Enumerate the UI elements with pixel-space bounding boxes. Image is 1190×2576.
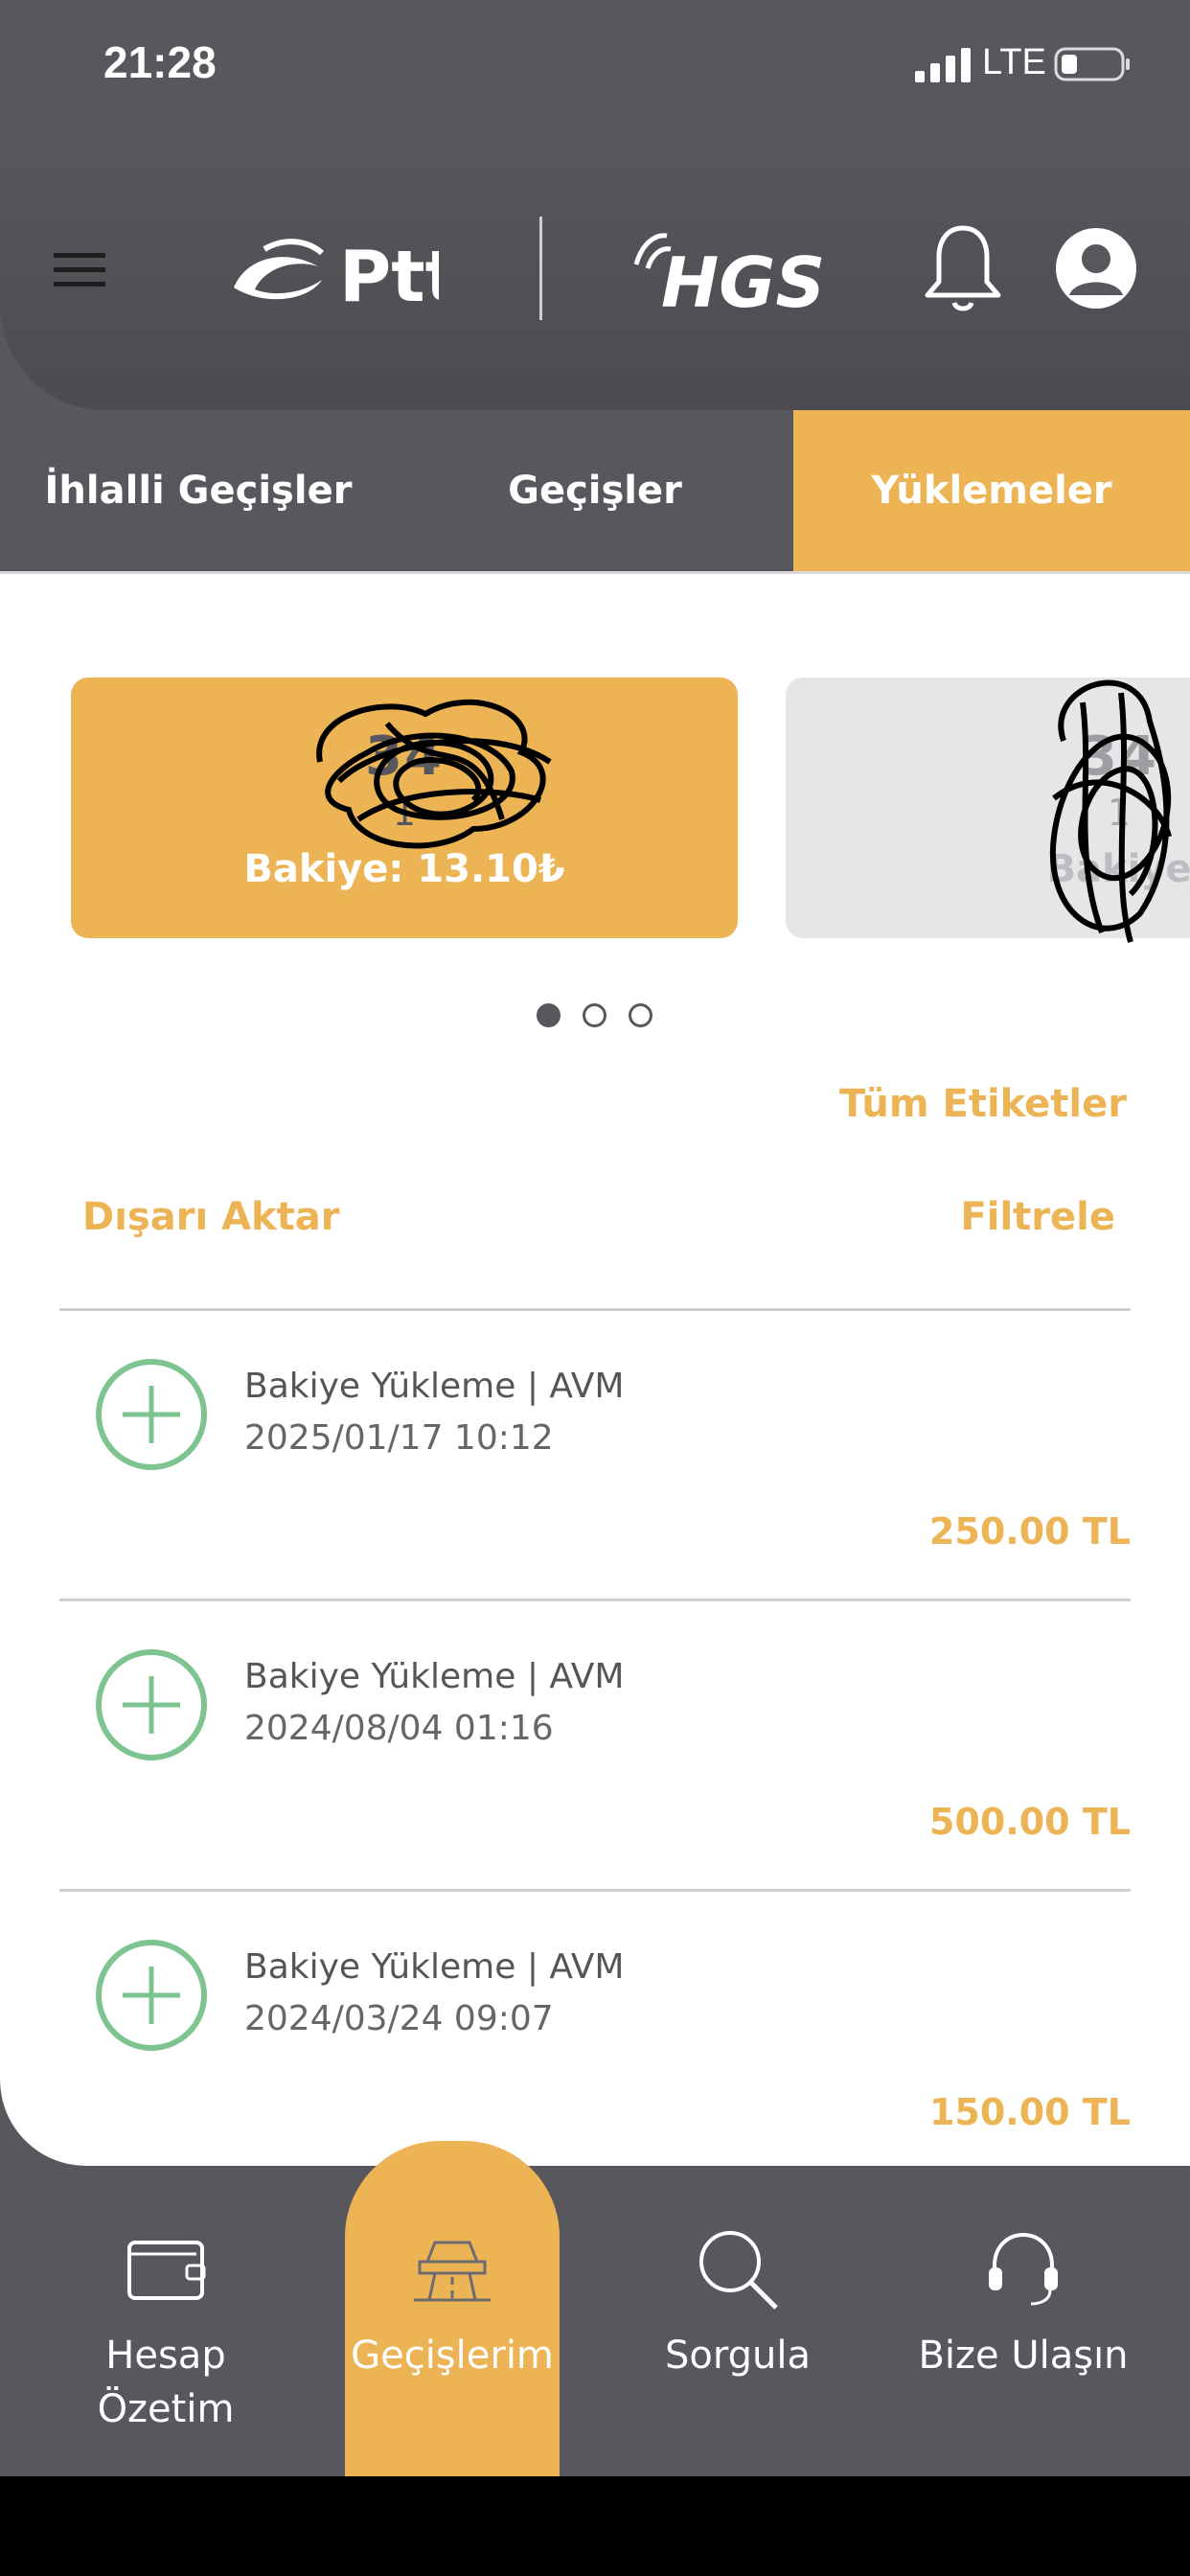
svg-text:HGS: HGS	[661, 242, 825, 312]
transaction-amount: 250.00 TL	[928, 1510, 1131, 1552]
transaction-amount: 500.00 TL	[928, 1801, 1131, 1843]
app-header: Ptt HGS	[0, 134, 1190, 410]
network-label: LTE	[982, 42, 1046, 82]
all-tags-link[interactable]: Tüm Etiketler	[839, 1082, 1127, 1126]
menu-icon[interactable]	[52, 249, 109, 291]
list-item[interactable]: Bakiye Yükleme | AVM 2024/08/04 01:16 50…	[59, 1598, 1131, 1889]
transaction-title: Bakiye Yükleme | AVM	[244, 1367, 625, 1406]
transaction-date: 2024/08/04 01:16	[244, 1709, 554, 1748]
search-icon	[699, 2231, 778, 2310]
nav-label: Sorgula	[665, 2334, 811, 2378]
toll-gate-icon	[414, 2241, 491, 2302]
signal-icon	[915, 48, 971, 82]
redaction-scribble	[316, 699, 552, 849]
list-item[interactable]: Bakiye Yükleme | AVM 2024/03/24 09:07 15…	[59, 1889, 1131, 2166]
tab-passes[interactable]: Geçişler	[397, 410, 793, 571]
carousel-dot[interactable]	[583, 1003, 606, 1027]
transaction-date: 2024/03/24 09:07	[244, 1999, 554, 2038]
transaction-title: Bakiye Yükleme | AVM	[244, 1947, 625, 1987]
bell-icon[interactable]	[920, 222, 1006, 314]
transaction-list: Bakiye Yükleme | AVM 2025/01/17 10:12 25…	[59, 1308, 1131, 2166]
content-panel: 34 1 Bakiye: 13.10₺ 34 1 Bakiye Tüm Etik…	[0, 571, 1190, 2166]
wallet-icon	[127, 2241, 206, 2300]
tab-top-ups[interactable]: Yüklemeler	[793, 410, 1190, 571]
header-divider	[539, 217, 542, 320]
carousel-dot[interactable]	[629, 1003, 652, 1027]
hgs-logo: HGS	[633, 233, 825, 312]
carousel-indicator	[537, 1001, 661, 1030]
status-bar: 21:28 LTE	[0, 0, 1190, 134]
tab-violation-passes[interactable]: İhlalli Geçişler	[0, 410, 397, 571]
tab-bar: İhlalli Geçişler Geçişler Yüklemeler	[0, 410, 1190, 571]
nav-my-passes[interactable]: Geçişlerim	[345, 2141, 560, 2476]
carousel-dot[interactable]	[537, 1003, 561, 1027]
status-time: 21:28	[103, 37, 217, 87]
transaction-amount: 150.00 TL	[928, 2091, 1131, 2133]
user-profile-icon[interactable]	[1054, 226, 1138, 310]
tag-card[interactable]: 34 1 Bakiye	[786, 678, 1190, 943]
filter-link[interactable]: Filtrele	[960, 1195, 1115, 1239]
transaction-title: Bakiye Yükleme | AVM	[244, 1657, 625, 1696]
plus-circle-icon	[96, 1649, 207, 1760]
nav-label: Geçişlerim	[351, 2334, 554, 2378]
plus-circle-icon	[96, 1940, 207, 2051]
nav-label: Bize Ulaşın	[918, 2334, 1129, 2378]
redaction-scribble	[1049, 679, 1172, 943]
app-screen: 21:28 LTE Ptt HGS	[0, 0, 1190, 2476]
nav-label: Hesap Özetim	[97, 2334, 235, 2431]
transaction-date: 2025/01/17 10:12	[244, 1418, 554, 1458]
svg-text:Ptt: Ptt	[339, 236, 439, 309]
list-item[interactable]: Bakiye Yükleme | AVM 2025/01/17 10:12 25…	[59, 1308, 1131, 1598]
tag-card[interactable]: 34 1 Bakiye: 13.10₺	[71, 678, 738, 938]
nav-query[interactable]: Sorgula	[632, 2166, 843, 2476]
export-link[interactable]: Dışarı Aktar	[82, 1195, 339, 1239]
ptt-logo: Ptt	[234, 236, 439, 309]
plus-circle-icon	[96, 1359, 207, 1470]
nav-account-summary[interactable]: Hesap Özetim	[48, 2166, 284, 2476]
bottom-navigation: Hesap Özetim Geçişlerim Sorgula Bize Ula…	[0, 2141, 1190, 2476]
headset-icon	[989, 2232, 1058, 2306]
battery-icon	[1054, 47, 1130, 81]
nav-contact-us[interactable]: Bize Ulaşın	[910, 2166, 1136, 2476]
